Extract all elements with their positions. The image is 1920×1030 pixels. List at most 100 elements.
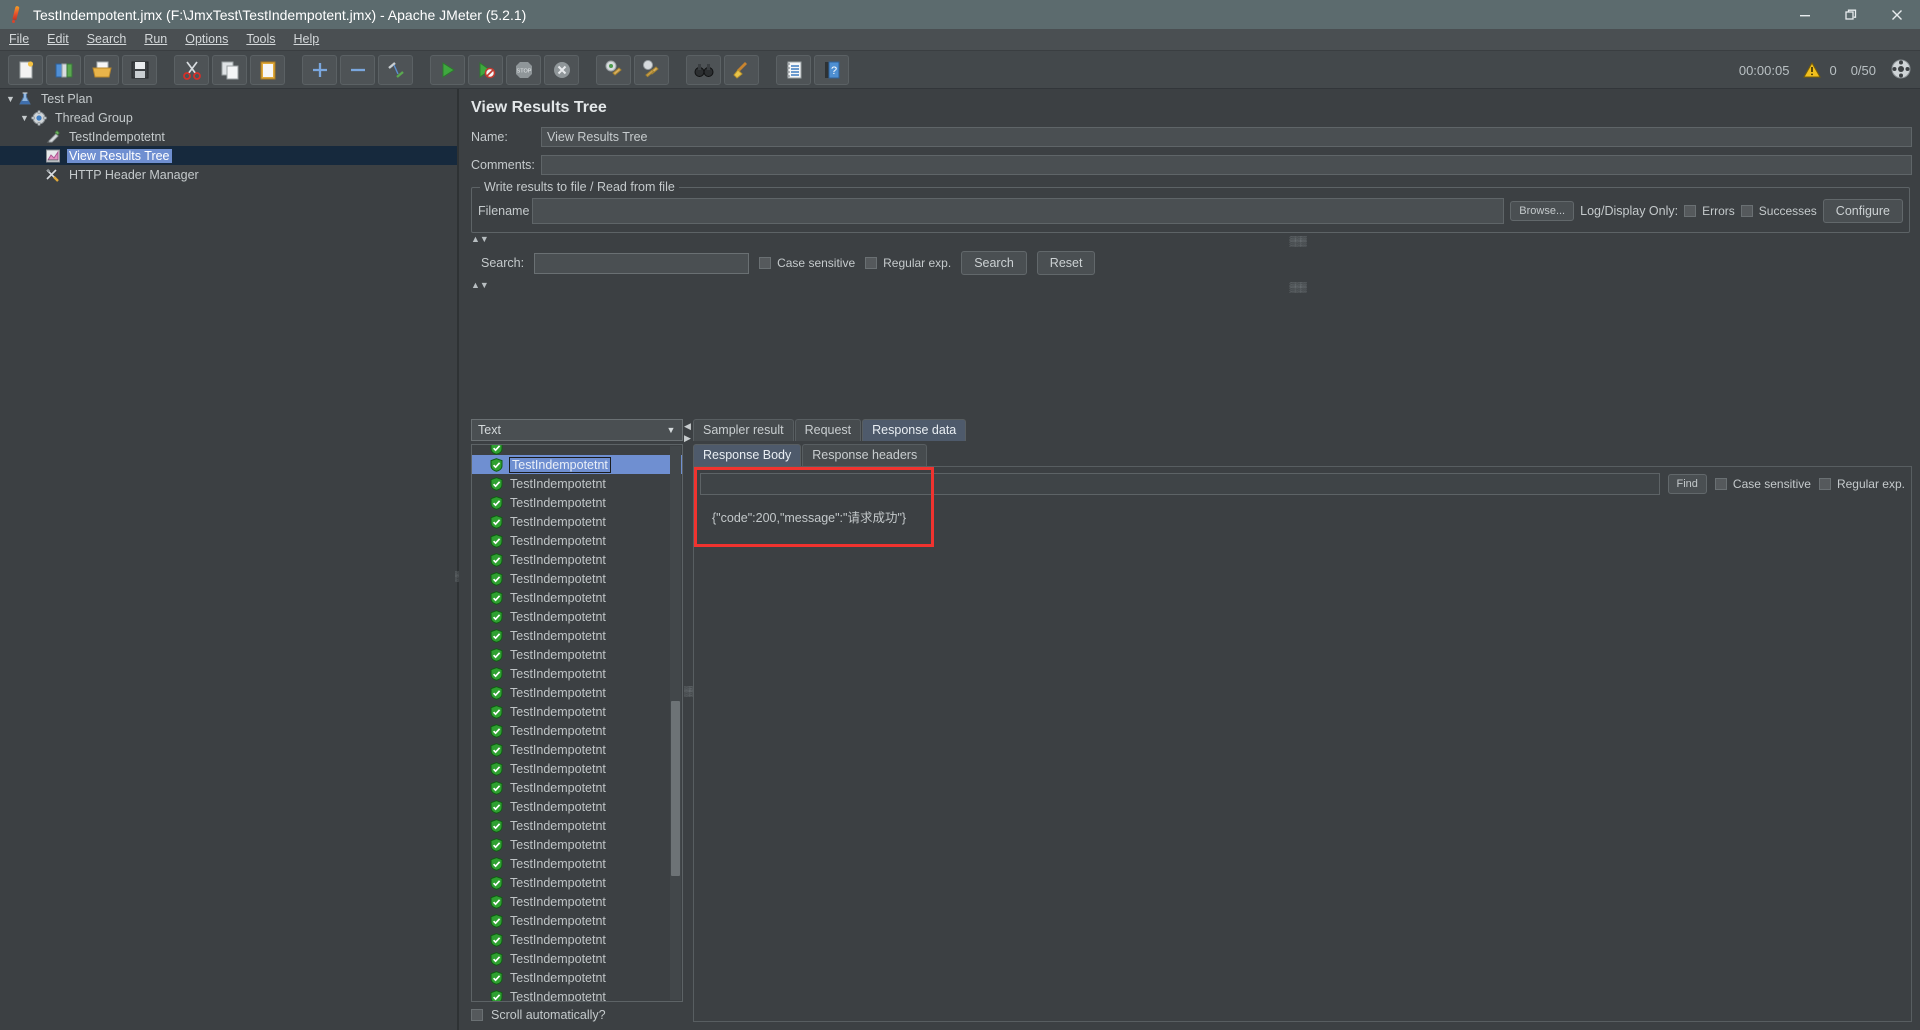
renderer-combo[interactable]: Text ▼	[471, 419, 683, 441]
maximize-button[interactable]	[1828, 0, 1874, 29]
collapse-right-icon[interactable]: ▶	[684, 433, 691, 444]
result-list-item[interactable]: TestIndempotetnt	[472, 797, 682, 816]
cut-button[interactable]	[174, 54, 209, 85]
tab-request[interactable]: Request	[794, 419, 862, 441]
result-list-item[interactable]: TestIndempotetnt	[472, 721, 682, 740]
search-case-sensitive-wrap[interactable]: Case sensitive	[759, 256, 855, 270]
test-plan-tree[interactable]: ▼ Test Plan ▼ Thread Group TestIndempote…	[0, 89, 459, 1030]
scroll-automatically-wrap[interactable]: Scroll automatically?	[471, 1008, 683, 1022]
scrollbar-thumb[interactable]	[671, 701, 680, 876]
collapse-button[interactable]	[340, 54, 375, 85]
menu-search[interactable]: Search	[78, 30, 136, 49]
tree-node-test-plan[interactable]: ▼ Test Plan	[0, 89, 457, 108]
splitter-top[interactable]: ▲▼ ▒▒▒	[471, 234, 1910, 246]
result-list-item[interactable]: TestIndempotetnt	[472, 873, 682, 892]
result-list-item[interactable]: TestIndempotetnt	[472, 892, 682, 911]
splitter-arrows-icon[interactable]: ▲▼	[471, 234, 489, 244]
expand-button[interactable]	[302, 54, 337, 85]
menu-options[interactable]: Options	[176, 30, 237, 49]
clear-all-button[interactable]	[634, 54, 669, 85]
tree-node-thread-group[interactable]: ▼ Thread Group	[0, 108, 457, 127]
subtab-response-body[interactable]: Response Body	[693, 444, 802, 466]
start-button[interactable]	[430, 54, 465, 85]
find-case-sensitive-wrap[interactable]: Case sensitive	[1714, 477, 1811, 491]
menu-help[interactable]: Help	[285, 30, 329, 49]
search-case-sensitive-checkbox[interactable]	[759, 257, 772, 269]
result-list-item[interactable]: TestIndempotetnt	[472, 569, 682, 588]
results-list[interactable]: TestIndempotetnt TestIndempotetnt TestInde…	[471, 444, 683, 1002]
result-list-item[interactable]: TestIndempotetnt	[472, 626, 682, 645]
filename-input[interactable]	[532, 198, 1505, 224]
result-list-item[interactable]: TestIndempotetnt	[472, 911, 682, 930]
result-list-item[interactable]: TestIndempotetnt	[472, 531, 682, 550]
results-splitter[interactable]: ◀ ▶ ▒▒▒	[683, 419, 701, 1022]
copy-button[interactable]	[212, 54, 247, 85]
search-button[interactable]	[686, 54, 721, 85]
name-input[interactable]: View Results Tree	[541, 127, 1912, 147]
browse-button[interactable]: Browse...	[1510, 201, 1575, 221]
result-list-item[interactable]: TestIndempotetnt	[472, 778, 682, 797]
tree-node-view-results-tree[interactable]: View Results Tree	[0, 146, 457, 165]
function-helper-button[interactable]	[776, 54, 811, 85]
search-submit-button[interactable]: Search	[961, 251, 1027, 275]
result-list-item[interactable]: TestIndempotetnt	[472, 740, 682, 759]
result-list-item[interactable]: TestIndempotetnt	[472, 588, 682, 607]
minimize-button[interactable]	[1782, 0, 1828, 29]
find-regular-exp-wrap[interactable]: Regular exp.	[1818, 477, 1905, 491]
find-regular-exp-checkbox[interactable]	[1818, 478, 1831, 490]
tab-sampler-result[interactable]: Sampler result	[693, 419, 794, 441]
comments-input[interactable]	[541, 155, 1912, 175]
menu-tools[interactable]: Tools	[237, 30, 284, 49]
tree-expander-icon[interactable]: ▼	[4, 94, 17, 104]
paste-button[interactable]	[250, 54, 285, 85]
configure-button[interactable]: Configure	[1822, 199, 1903, 223]
menu-run[interactable]: Run	[135, 30, 176, 49]
result-list-item[interactable]: TestIndempotetnt	[472, 930, 682, 949]
result-list-item[interactable]: TestIndempotetnt	[472, 550, 682, 569]
templates-button[interactable]	[46, 54, 81, 85]
splitter-grip-icon[interactable]: ▒▒▒	[1289, 282, 1306, 292]
toggle-button[interactable]	[378, 54, 413, 85]
tree-node-http-header-manager[interactable]: HTTP Header Manager	[0, 165, 457, 184]
start-no-pauses-button[interactable]	[468, 54, 503, 85]
splitter-grip-icon[interactable]: ▒▒▒	[1289, 236, 1306, 246]
chevron-down-icon[interactable]: ▼	[662, 421, 680, 439]
search-reset-button[interactable]: Reset	[1036, 251, 1096, 275]
tab-response-data[interactable]: Response data	[862, 419, 967, 441]
results-list-scrollbar[interactable]	[670, 446, 681, 1000]
shutdown-button[interactable]	[544, 54, 579, 85]
result-list-item[interactable]: TestIndempotetnt	[472, 835, 682, 854]
find-case-sensitive-checkbox[interactable]	[1714, 478, 1727, 490]
tree-expander-icon[interactable]: ▼	[18, 113, 31, 123]
open-button[interactable]	[84, 54, 119, 85]
result-list-item[interactable]: TestIndempotetnt	[472, 987, 682, 1001]
result-list-item[interactable]: TestIndempotetnt	[472, 493, 682, 512]
result-list-item[interactable]: TestIndempotetnt	[472, 759, 682, 778]
reset-search-button[interactable]	[724, 54, 759, 85]
result-list-item[interactable]: TestIndempotetnt	[472, 968, 682, 987]
errors-checkbox-wrap[interactable]: Errors	[1684, 204, 1735, 218]
search-regular-exp-wrap[interactable]: Regular exp.	[865, 256, 951, 270]
splitter-mid[interactable]: ▲▼ ▒▒▒	[471, 280, 1910, 292]
result-list-item[interactable]: TestIndempotetnt	[472, 702, 682, 721]
successes-checkbox-wrap[interactable]: Successes	[1740, 204, 1817, 218]
stop-button[interactable]: STOP	[506, 54, 541, 85]
find-input[interactable]	[700, 473, 1660, 495]
result-list-item[interactable]: TestIndempotetnt	[472, 816, 682, 835]
errors-checkbox[interactable]	[1684, 205, 1697, 217]
clear-button[interactable]	[596, 54, 631, 85]
result-list-item[interactable]: TestIndempotetnt	[472, 645, 682, 664]
warning-indicator[interactable]: 0	[1803, 61, 1837, 79]
new-button[interactable]	[8, 54, 43, 85]
close-button[interactable]	[1874, 0, 1920, 29]
scroll-automatically-checkbox[interactable]	[471, 1009, 483, 1021]
result-list-item[interactable]: TestIndempotetnt	[472, 683, 682, 702]
result-list-item[interactable]: TestIndempotetnt	[472, 664, 682, 683]
save-button[interactable]	[122, 54, 157, 85]
menu-edit[interactable]: Edit	[38, 30, 78, 49]
result-list-item[interactable]: TestIndempotetnt	[472, 607, 682, 626]
result-list-item[interactable]: TestIndempotetnt	[472, 512, 682, 531]
subtab-response-headers[interactable]: Response headers	[802, 444, 928, 466]
menu-file[interactable]: File	[0, 30, 38, 49]
successes-checkbox[interactable]	[1740, 205, 1753, 217]
